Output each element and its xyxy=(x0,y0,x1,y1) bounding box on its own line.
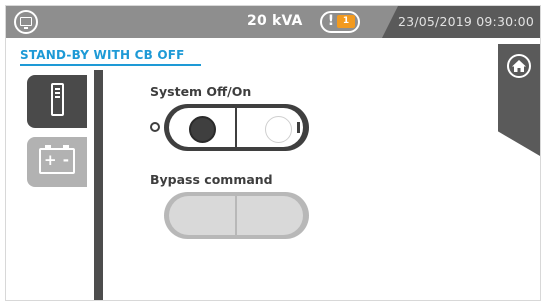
home-icon[interactable] xyxy=(507,54,531,78)
on-knob xyxy=(265,116,292,143)
battery-icon: + - xyxy=(39,145,75,174)
alarm-count-badge: 1 xyxy=(337,15,355,28)
home-panel xyxy=(498,44,540,156)
page-title: STAND-BY WITH CB OFF xyxy=(20,48,185,62)
top-bar: 20 kVA ! 1 23/05/2019 09:30:00 xyxy=(6,6,540,38)
tab-rail xyxy=(94,70,103,300)
system-switch-label: System Off/On xyxy=(150,84,252,99)
battery-plus-sign: + xyxy=(44,151,57,169)
bypass-command-switch[interactable] xyxy=(164,192,309,239)
bypass-left-segment[interactable] xyxy=(169,196,235,235)
bypass-right-segment[interactable] xyxy=(237,196,303,235)
tab-device[interactable] xyxy=(27,75,87,128)
monitor-icon[interactable] xyxy=(14,10,38,34)
power-rating: 20 kVA xyxy=(247,13,303,29)
system-on-segment[interactable] xyxy=(237,108,303,147)
system-off-segment[interactable] xyxy=(169,108,235,147)
battery-minus-sign: - xyxy=(62,151,69,169)
datetime: 23/05/2019 09:30:00 xyxy=(398,14,534,29)
off-mark-icon xyxy=(150,122,160,132)
system-off-on-switch[interactable] xyxy=(164,104,309,151)
tab-battery[interactable]: + - xyxy=(27,137,87,187)
alarm-symbol: ! xyxy=(327,13,335,29)
app-window: 20 kVA ! 1 23/05/2019 09:30:00 STAND-BY … xyxy=(5,5,541,301)
alarm-icon[interactable]: ! 1 xyxy=(320,11,360,33)
bypass-command-label: Bypass command xyxy=(150,172,273,187)
title-underline xyxy=(20,64,201,66)
off-knob-selected xyxy=(189,116,216,143)
on-mark-icon xyxy=(297,122,300,133)
ups-cabinet-icon xyxy=(51,83,64,116)
